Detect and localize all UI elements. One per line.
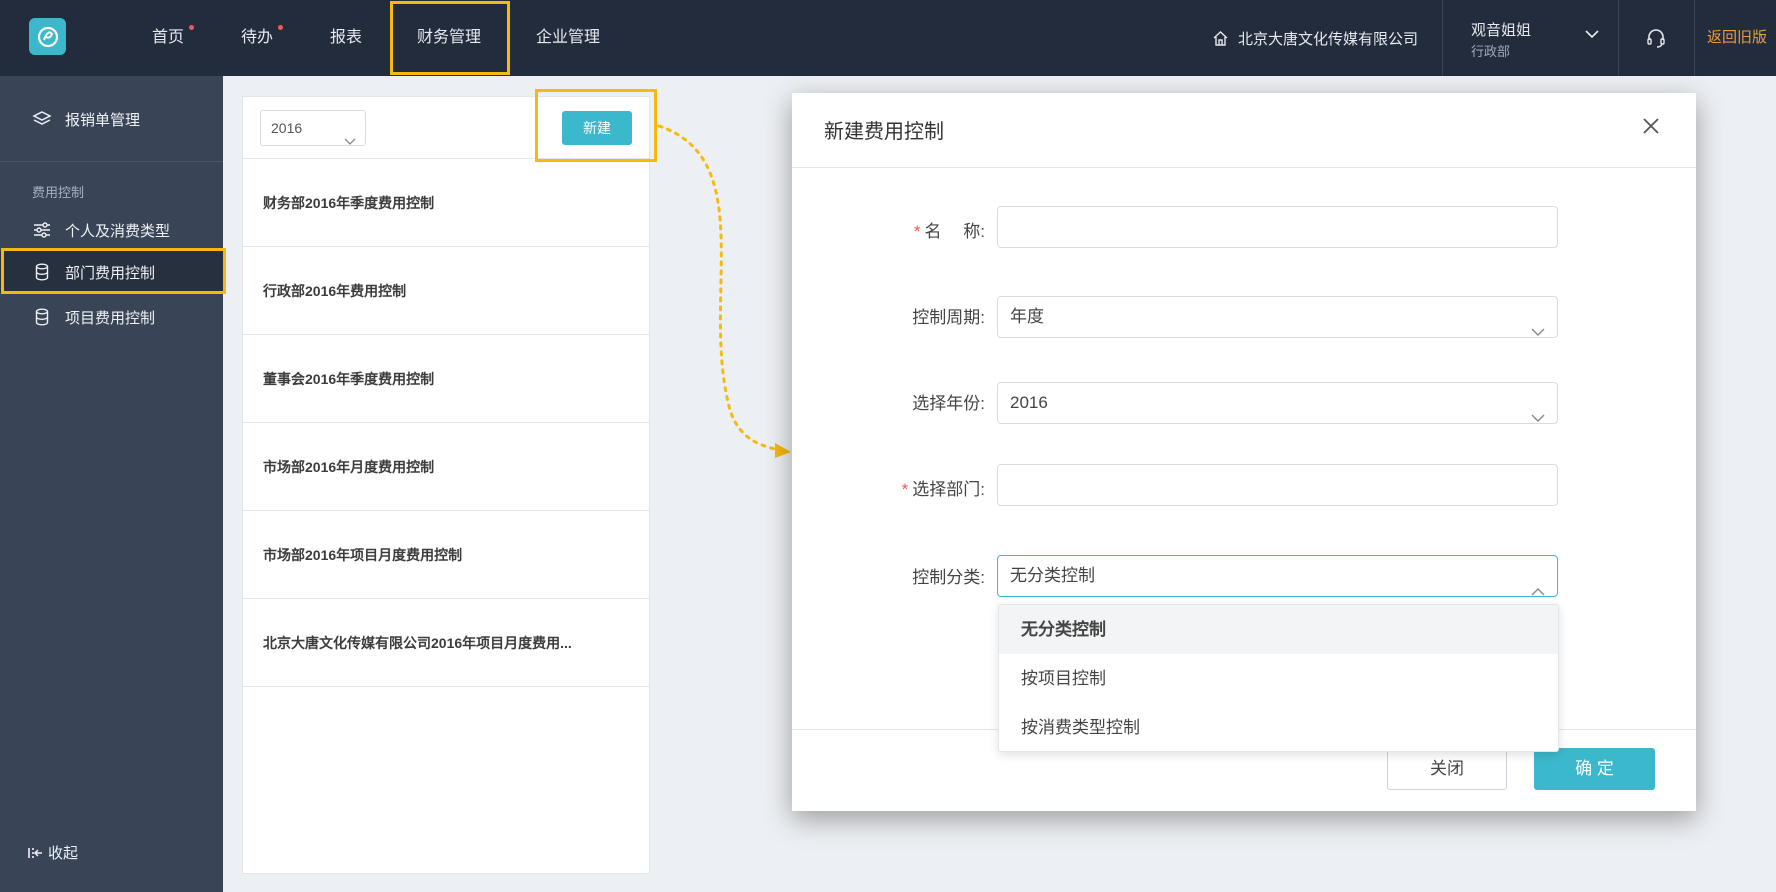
period-select[interactable]: 年度 — [997, 296, 1558, 338]
period-label: 控制周期: — [912, 308, 985, 327]
dropdown-option-by-consumption-type[interactable]: 按消费类型控制 — [999, 703, 1558, 752]
category-dropdown-menu: 无分类控制 按项目控制 按消费类型控制 — [998, 604, 1559, 752]
chevron-down-icon — [1531, 398, 1545, 438]
name-field[interactable] — [997, 206, 1558, 248]
dialog-title: 新建费用控制 — [824, 121, 944, 143]
category-value: 无分类控制 — [1010, 566, 1095, 585]
confirm-button[interactable]: 确 定 — [1534, 748, 1655, 790]
year-label: 选择年份: — [912, 394, 985, 413]
close-icon[interactable] — [1642, 117, 1660, 140]
category-label: 控制分类: — [912, 568, 985, 587]
dropdown-option-by-project[interactable]: 按项目控制 — [999, 654, 1558, 703]
category-select[interactable]: 无分类控制 — [997, 555, 1558, 597]
year-select[interactable]: 2016 — [997, 382, 1558, 424]
divider — [792, 167, 1696, 168]
chevron-down-icon — [1531, 312, 1545, 352]
close-button[interactable]: 关闭 — [1387, 748, 1507, 790]
department-label: * 选择部门: — [901, 480, 985, 499]
dropdown-option-no-category[interactable]: 无分类控制 — [999, 605, 1558, 654]
department-field[interactable] — [997, 464, 1558, 506]
period-value: 年度 — [1010, 307, 1044, 326]
name-label: * 名 称: — [913, 222, 985, 241]
year-value: 2016 — [1010, 393, 1048, 412]
